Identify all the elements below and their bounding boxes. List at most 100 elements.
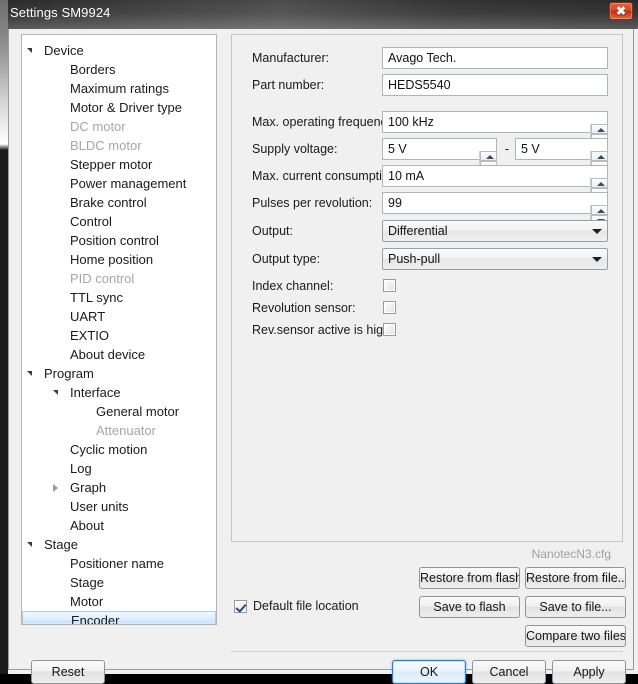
tree-item-brake-control[interactable]: Brake control bbox=[22, 193, 216, 212]
config-file-name: NanotecN3.cfg bbox=[531, 547, 611, 561]
stepper-up-icon[interactable] bbox=[480, 151, 497, 161]
tree-item-interface[interactable]: Interface bbox=[22, 383, 216, 402]
tree-item-label: BLDC motor bbox=[70, 138, 142, 153]
compare-two-files-button[interactable]: Compare two files bbox=[525, 625, 626, 647]
tree-item-extio[interactable]: EXTIO bbox=[22, 326, 216, 345]
stepper-up-icon[interactable] bbox=[591, 178, 608, 188]
row-index-channel: Index channel: bbox=[232, 275, 622, 297]
manufacturer-label: Manufacturer: bbox=[252, 51, 330, 65]
rev-sensor-active-high-checkbox[interactable] bbox=[383, 323, 396, 336]
tree-item-user-units[interactable]: User units bbox=[22, 497, 216, 516]
output-type-label: Output type: bbox=[252, 252, 321, 266]
tree-item-borders[interactable]: Borders bbox=[22, 60, 216, 79]
tree-item-power-management[interactable]: Power management bbox=[22, 174, 216, 193]
tree-item-label: Program bbox=[44, 366, 94, 381]
tree-item-log[interactable]: Log bbox=[22, 459, 216, 478]
tree-item-positioner-name[interactable]: Positioner name bbox=[22, 554, 216, 573]
row-revolution-sensor: Revolution sensor: bbox=[232, 297, 622, 319]
output-type-dropdown[interactable]: Push-pull bbox=[382, 248, 608, 270]
tree-item-about[interactable]: About bbox=[22, 516, 216, 535]
cancel-button[interactable]: Cancel bbox=[472, 660, 546, 684]
close-button[interactable]: ✖ bbox=[609, 2, 633, 20]
stepper-up-icon[interactable] bbox=[591, 151, 608, 161]
tree-item-graph[interactable]: Graph bbox=[22, 478, 216, 497]
max-frequency-input[interactable]: 100 kHz bbox=[382, 111, 608, 133]
tree-item-maximum-ratings[interactable]: Maximum ratings bbox=[22, 79, 216, 98]
tree-item-label: Maximum ratings bbox=[70, 81, 169, 96]
tree-item-label: Power management bbox=[70, 176, 187, 191]
background-window-edge-top bbox=[0, 0, 8, 150]
restore-from-flash-button[interactable]: Restore from flash bbox=[419, 567, 520, 589]
tree-expand-arrow-expanded-icon[interactable] bbox=[27, 371, 32, 376]
tree-expand-arrow-expanded-icon[interactable] bbox=[53, 390, 58, 395]
tree-item-uart[interactable]: UART bbox=[22, 307, 216, 326]
stepper-up-icon[interactable] bbox=[591, 124, 608, 134]
tree-item-about-device[interactable]: About device bbox=[22, 345, 216, 364]
row-output-type: Output type: Push-pull bbox=[232, 248, 622, 270]
tree-item-cyclic-motion[interactable]: Cyclic motion bbox=[22, 440, 216, 459]
default-file-location-label: Default file location bbox=[253, 599, 359, 613]
tree-item-label: Brake control bbox=[70, 195, 147, 210]
index-channel-checkbox[interactable] bbox=[383, 279, 396, 292]
tree-expand-arrow-expanded-icon[interactable] bbox=[27, 48, 32, 53]
row-rev-sensor-active-high: Rev.sensor active is high: bbox=[232, 319, 622, 341]
row-max-frequency: Max. operating frequency: 100 kHz bbox=[232, 111, 622, 144]
chevron-down-icon bbox=[592, 229, 602, 234]
tree-item-general-motor[interactable]: General motor bbox=[22, 402, 216, 421]
output-dropdown[interactable]: Differential bbox=[382, 220, 608, 242]
save-to-file-button[interactable]: Save to file... bbox=[525, 596, 626, 618]
dialog-client-area: Device Borders Maximum ratings Motor & Driv… bbox=[8, 29, 634, 684]
tree-item-encoder[interactable]: Encoder bbox=[22, 611, 216, 624]
encoder-settings-panel: Manufacturer: Avago Tech. Part number: H… bbox=[231, 34, 623, 542]
stepper-up-icon[interactable] bbox=[591, 205, 608, 215]
apply-button[interactable]: Apply bbox=[552, 660, 626, 684]
row-manufacturer: Manufacturer: Avago Tech. bbox=[232, 47, 622, 69]
title-bar[interactable]: Settings SM9924 ✖ bbox=[0, 0, 638, 29]
reset-button[interactable]: Reset bbox=[31, 660, 105, 684]
max-current-input[interactable]: 10 mA bbox=[382, 165, 608, 187]
max-frequency-label: Max. operating frequency: bbox=[252, 115, 397, 129]
tree-item-home-position[interactable]: Home position bbox=[22, 250, 216, 269]
row-supply-voltage: Supply voltage: 5 V - 5 V bbox=[232, 138, 622, 171]
tree-item-label: Motor & Driver type bbox=[70, 100, 182, 115]
max-current-label: Max. current consumption: bbox=[252, 169, 400, 183]
tree-item-label: TTL sync bbox=[70, 290, 123, 305]
tree-expand-arrow-collapsed-icon[interactable] bbox=[53, 484, 58, 492]
tree-item-label: User units bbox=[70, 499, 129, 514]
tree-expand-arrow-expanded-icon[interactable] bbox=[27, 542, 32, 547]
tree-item-label: Stage bbox=[70, 575, 104, 590]
supply-voltage-label: Supply voltage: bbox=[252, 142, 338, 156]
tree-item-position-control[interactable]: Position control bbox=[22, 231, 216, 250]
manufacturer-input[interactable]: Avago Tech. bbox=[382, 47, 608, 69]
tree-item-label: About device bbox=[70, 347, 146, 362]
part-number-input[interactable]: HEDS5540 bbox=[382, 74, 608, 96]
tree-item-label: Cyclic motion bbox=[70, 442, 148, 457]
tree-item-stage[interactable]: Stage bbox=[22, 573, 216, 592]
tree-item-label: Interface bbox=[70, 385, 121, 400]
tree-item-motor-driver-type[interactable]: Motor & Driver type bbox=[22, 98, 216, 117]
tree-item-control[interactable]: Control bbox=[22, 212, 216, 231]
row-pulses-per-revolution: Pulses per revolution: 99 bbox=[232, 192, 622, 225]
tree-item-label: PID control bbox=[70, 271, 135, 286]
tree-item-stage[interactable]: Stage bbox=[22, 535, 216, 554]
row-max-current: Max. current consumption: 10 mA bbox=[232, 165, 622, 198]
tree-item-dc-motor: DC motor bbox=[22, 117, 216, 136]
default-file-location-checkbox[interactable] bbox=[234, 600, 247, 613]
save-to-flash-button[interactable]: Save to flash bbox=[419, 596, 520, 618]
revolution-sensor-label: Revolution sensor: bbox=[252, 301, 356, 315]
tree-item-ttl-sync[interactable]: TTL sync bbox=[22, 288, 216, 307]
tree-item-motor[interactable]: Motor bbox=[22, 592, 216, 611]
index-channel-label: Index channel: bbox=[252, 279, 334, 293]
tree-item-stepper-motor[interactable]: Stepper motor bbox=[22, 155, 216, 174]
restore-from-file-button[interactable]: Restore from file... bbox=[525, 567, 626, 589]
tree-item-attenuator: Attenuator bbox=[22, 421, 216, 440]
row-output: Output: Differential bbox=[232, 220, 622, 242]
tree-item-label: Control bbox=[70, 214, 112, 229]
tree-item-device[interactable]: Device bbox=[22, 41, 216, 60]
revolution-sensor-checkbox[interactable] bbox=[383, 301, 396, 314]
ok-button[interactable]: OK bbox=[392, 660, 466, 684]
tree-item-label: Motor bbox=[70, 594, 104, 609]
tree-item-program[interactable]: Program bbox=[22, 364, 216, 383]
settings-tree[interactable]: Device Borders Maximum ratings Motor & Driv… bbox=[21, 34, 217, 625]
pulses-input[interactable]: 99 bbox=[382, 192, 608, 214]
